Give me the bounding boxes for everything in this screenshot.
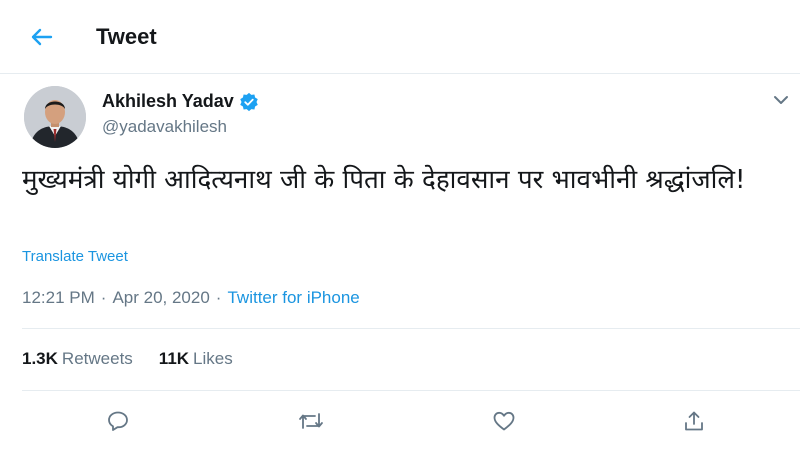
reply-icon — [108, 411, 128, 431]
tweet-time[interactable]: 12:21 PM — [22, 288, 95, 308]
share-icon — [685, 411, 703, 431]
meta-separator: · — [100, 288, 107, 307]
likes-count: 11K — [158, 349, 190, 368]
tweet-meta: 12:21 PM · Apr 20, 2020 · Twitter for iP… — [22, 288, 360, 308]
tweet-source-link[interactable]: Twitter for iPhone — [227, 288, 359, 308]
retweet-icon — [299, 413, 323, 429]
chevron-down-icon — [774, 96, 788, 104]
author-name[interactable]: Akhilesh Yadav — [102, 91, 259, 112]
back-button[interactable] — [24, 22, 58, 52]
verified-badge-icon — [240, 92, 258, 111]
tweet-stats: 1.3K Retweets 11K Likes — [22, 349, 233, 369]
retweets-stat[interactable]: 1.3K Retweets — [22, 349, 133, 369]
retweet-button[interactable] — [294, 404, 328, 438]
likes-label: Likes — [193, 349, 233, 368]
author-name-text: Akhilesh Yadav — [102, 91, 234, 111]
retweets-count: 1.3K — [22, 349, 58, 368]
tweet-date[interactable]: Apr 20, 2020 — [112, 288, 209, 308]
divider — [22, 390, 800, 391]
like-icon — [493, 411, 515, 431]
translate-tweet-link[interactable]: Translate Tweet — [22, 248, 128, 265]
tweet-text: मुख्यमंत्री योगी आदित्यनाथ जी के पिता के… — [22, 165, 746, 195]
author-handle[interactable]: @yadavakhilesh — [102, 117, 227, 137]
share-button[interactable] — [677, 404, 711, 438]
page-title: Tweet — [96, 24, 157, 49]
avatar[interactable] — [24, 86, 86, 148]
more-options-button[interactable] — [770, 90, 792, 110]
likes-stat[interactable]: 11K Likes — [159, 349, 233, 369]
reply-button[interactable] — [101, 404, 135, 438]
tweet-header: Tweet — [0, 0, 800, 74]
divider — [22, 328, 800, 329]
back-arrow-icon — [31, 28, 53, 46]
meta-separator: · — [215, 288, 222, 307]
avatar-image — [24, 86, 86, 148]
like-button[interactable] — [487, 404, 521, 438]
retweets-label: Retweets — [61, 349, 133, 368]
